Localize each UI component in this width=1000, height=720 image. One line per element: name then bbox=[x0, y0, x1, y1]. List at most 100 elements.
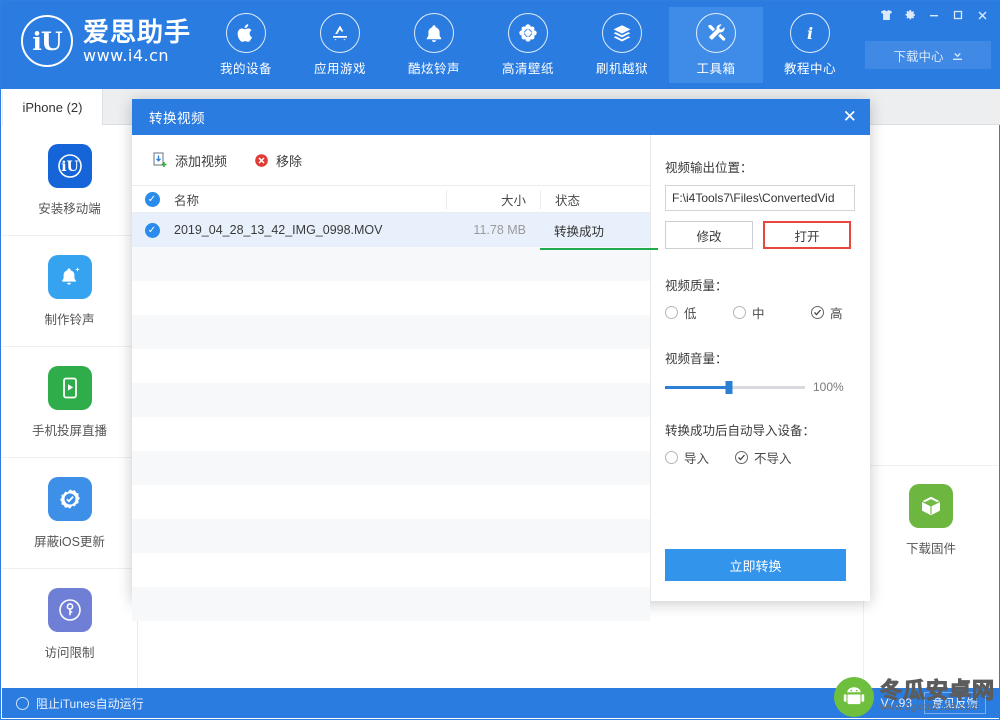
sidebar-item-block-ios-update[interactable]: 屏蔽iOS更新 bbox=[2, 458, 137, 569]
modify-path-button[interactable]: 修改 bbox=[665, 221, 753, 249]
check-icon: ✓ bbox=[144, 222, 160, 238]
volume-slider-handle[interactable] bbox=[725, 380, 733, 394]
quality-option-label: 高 bbox=[830, 307, 843, 321]
select-all-checkbox[interactable]: ✓ bbox=[132, 191, 172, 207]
logo-name: 爱思助手 bbox=[83, 16, 192, 47]
logo-url: www.i4.cn bbox=[83, 45, 170, 65]
ringtone-bell-icon bbox=[47, 254, 92, 299]
nav-label: 酷炫铃声 bbox=[407, 62, 460, 76]
convert-now-button[interactable]: 立即转换 bbox=[665, 549, 846, 581]
firmware-cube-icon bbox=[909, 484, 953, 528]
volume-label: 视频音量： bbox=[665, 352, 728, 366]
nav-item-apps-games[interactable]: 应用游戏 bbox=[293, 7, 387, 83]
file-list-pane: 添加视频 移除 ✓ 名称 大小 状态 ✓ 2019_04_28_13_42_IM… bbox=[132, 135, 658, 621]
nav-label: 应用游戏 bbox=[313, 62, 366, 76]
itunes-toggle-label: 阻止iTunes自动运行 bbox=[36, 696, 144, 711]
tools-icon bbox=[696, 13, 736, 53]
nav-item-wallpapers[interactable]: 高清壁纸 bbox=[481, 7, 575, 83]
sidebar-item-label: 安装移动端 bbox=[38, 201, 101, 216]
volume-slider-row: 100% bbox=[665, 380, 869, 394]
right-tool-column: 下载固件 bbox=[863, 125, 998, 689]
options-pane: 视频输出位置： F:\i4Tools7\Files\ConvertedVid 修… bbox=[651, 135, 869, 601]
output-path-input[interactable]: F:\i4Tools7\Files\ConvertedVid bbox=[665, 185, 855, 211]
i4-app-icon: iU bbox=[47, 143, 92, 188]
nav-item-my-device[interactable]: 我的设备 bbox=[199, 7, 293, 83]
sidebar-item-install-mobile[interactable]: iU 安装移动端 bbox=[2, 125, 137, 236]
minimize-button[interactable] bbox=[923, 5, 945, 25]
version-label: V7.93 bbox=[880, 696, 912, 710]
status-right: V7.93 意见反馈 bbox=[881, 692, 1000, 714]
apple-icon bbox=[226, 13, 266, 53]
skin-icon[interactable] bbox=[875, 5, 897, 25]
svg-text:iU: iU bbox=[61, 159, 79, 175]
quality-option-high[interactable]: 高 bbox=[811, 303, 843, 322]
logo-mark-icon: iU bbox=[21, 15, 73, 67]
app-logo: iU 爱思助手 www.i4.cn bbox=[21, 15, 191, 67]
device-tab-iphone[interactable]: iPhone (2) bbox=[3, 89, 103, 125]
file-table-header: ✓ 名称 大小 状态 bbox=[132, 185, 650, 213]
nav-label: 高清壁纸 bbox=[501, 62, 554, 76]
dialog-body: 添加视频 移除 ✓ 名称 大小 状态 ✓ 2019_04_28_13_42_IM… bbox=[132, 135, 870, 621]
row-progress-bar bbox=[540, 247, 658, 250]
sidebar-item-access-restriction[interactable]: 访问限制 bbox=[2, 569, 137, 680]
download-center-button[interactable]: 下载中心 bbox=[865, 41, 991, 69]
row-status: 转换成功 bbox=[540, 221, 658, 250]
row-status-label: 转换成功 bbox=[554, 224, 605, 239]
feedback-button[interactable]: 意见反馈 bbox=[924, 692, 986, 714]
itunes-toggle[interactable]: 阻止iTunes自动运行 bbox=[2, 695, 144, 712]
row-checkbox[interactable]: ✓ bbox=[132, 222, 172, 238]
autoimport-label: 转换成功后自动导入设备： bbox=[665, 424, 816, 438]
quality-option-low[interactable]: 低 bbox=[665, 303, 733, 322]
nav-item-toolbox[interactable]: 工具箱 bbox=[669, 7, 763, 83]
left-sidebar: iPhone (2) iU 安装移动端 制作铃声 手机投屏直播 屏蔽iOS更新 … bbox=[2, 89, 1000, 689]
dialog-close-button[interactable]: ✕ bbox=[830, 99, 870, 135]
table-row[interactable]: ✓ 2019_04_28_13_42_IMG_0998.MOV 11.78 MB… bbox=[132, 213, 658, 250]
nav-item-tutorials[interactable]: i 教程中心 bbox=[763, 7, 857, 83]
volume-value: 100% bbox=[813, 380, 844, 394]
sidebar-item-label: 访问限制 bbox=[44, 646, 95, 660]
remove-button[interactable]: 移除 bbox=[253, 151, 302, 170]
download-icon bbox=[952, 49, 962, 60]
list-item bbox=[132, 451, 650, 485]
radio-circle-icon bbox=[733, 306, 746, 319]
autoimport-option-label: 不导入 bbox=[754, 452, 792, 466]
autoimport-option-no[interactable]: 不导入 bbox=[735, 448, 792, 467]
nav-item-ringtones[interactable]: 酷炫铃声 bbox=[387, 7, 481, 83]
open-folder-button[interactable]: 打开 bbox=[763, 221, 851, 249]
volume-slider[interactable] bbox=[665, 380, 805, 394]
right-item-download-firmware[interactable]: 下载固件 bbox=[864, 465, 998, 575]
quality-option-medium[interactable]: 中 bbox=[733, 303, 811, 322]
sidebar-item-make-ringtone[interactable]: 制作铃声 bbox=[2, 236, 137, 347]
window-controls bbox=[875, 5, 993, 25]
add-video-button[interactable]: 添加视频 bbox=[152, 151, 227, 170]
maximize-button[interactable] bbox=[947, 5, 969, 25]
autoimport-option-yes[interactable]: 导入 bbox=[665, 448, 735, 467]
download-center-label: 下载中心 bbox=[893, 49, 944, 64]
volume-slider-fill bbox=[665, 385, 730, 389]
autoimport-radio-group: 导入 不导入 bbox=[665, 448, 869, 467]
appstore-icon bbox=[320, 13, 360, 53]
quality-section: 视频质量： 低 中 高 bbox=[665, 275, 869, 322]
close-button[interactable] bbox=[971, 5, 993, 25]
screen-cast-icon bbox=[47, 365, 92, 410]
column-header-size: 大小 bbox=[446, 189, 540, 209]
list-item bbox=[132, 417, 650, 451]
i4tools-window: iU 爱思助手 www.i4.cn 我的设备 应用游戏 酷炫铃声 高清壁纸 刷机… bbox=[0, 0, 1000, 720]
sidebar-tool-list: iU 安装移动端 制作铃声 手机投屏直播 屏蔽iOS更新 访问限制 bbox=[2, 125, 137, 680]
app-header: iU 爱思助手 www.i4.cn 我的设备 应用游戏 酷炫铃声 高清壁纸 刷机… bbox=[1, 1, 1000, 89]
remove-label: 移除 bbox=[276, 153, 303, 169]
list-item bbox=[132, 519, 650, 553]
quality-option-label: 中 bbox=[752, 307, 765, 321]
nav-item-flash-jailbreak[interactable]: 刷机越狱 bbox=[575, 7, 669, 83]
convert-video-dialog: 转换视频 ✕ 添加视频 移除 ✓ 名称 大小 状态 ✓ 2019_04_28_1… bbox=[132, 99, 870, 621]
sidebar-item-screen-cast[interactable]: 手机投屏直播 bbox=[2, 347, 137, 458]
path-buttons: 修改 打开 bbox=[665, 221, 869, 249]
radio-checked-icon bbox=[811, 306, 824, 319]
bell-icon bbox=[414, 13, 454, 53]
list-item bbox=[132, 383, 650, 417]
nav-label: 教程中心 bbox=[783, 62, 836, 76]
file-toolbar: 添加视频 移除 bbox=[132, 135, 650, 185]
main-nav: 我的设备 应用游戏 酷炫铃声 高清壁纸 刷机越狱 工具箱 i 教程中心 bbox=[199, 7, 857, 83]
settings-gear-icon[interactable] bbox=[899, 5, 921, 25]
list-item bbox=[132, 281, 650, 315]
